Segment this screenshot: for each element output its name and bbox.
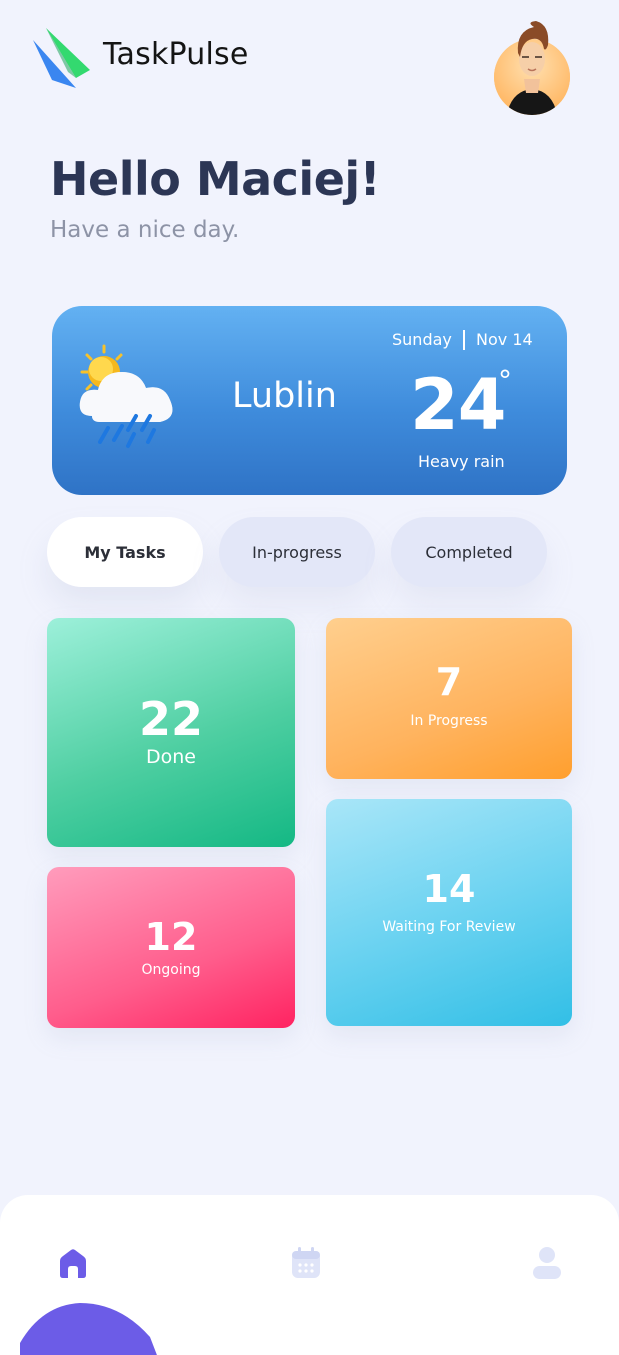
user-icon [532,1246,562,1284]
weather-day: Sunday [392,330,452,349]
weather-temperature: 24 [410,364,506,446]
user-avatar[interactable] [492,19,572,119]
greeting-title: Hello Maciej! [50,152,381,206]
stat-card-done[interactable]: 22 Done [47,618,295,847]
tab-my-tasks[interactable]: My Tasks [47,517,203,587]
weather-condition: Heavy rain [418,452,505,471]
app-title: TaskPulse [103,37,249,72]
ongoing-count: 12 [144,915,198,959]
weather-date: Nov 14 [476,330,533,349]
in-progress-count: 7 [435,660,463,704]
done-count: 22 [138,692,203,746]
waiting-review-label: Waiting For Review [382,919,516,935]
in-progress-label: In Progress [410,713,488,729]
greeting-subtitle: Have a nice day. [50,217,240,243]
active-nav-indicator [20,1303,160,1355]
taskpulse-logo-icon [30,28,92,90]
nav-profile[interactable] [527,1245,567,1285]
home-icon [56,1246,90,1284]
stat-card-waiting-review[interactable]: 14 Waiting For Review [326,799,572,1026]
tab-in-progress[interactable]: In-progress [219,517,375,587]
bottom-navigation [0,1195,619,1355]
tab-completed[interactable]: Completed [391,517,547,587]
calendar-icon [290,1246,322,1284]
weather-city: Lublin [232,376,337,416]
waiting-review-count: 14 [422,867,476,911]
weather-card[interactable]: Lublin Sunday Nov 14 24 ° Heavy rain [52,306,567,495]
weather-date-divider [463,330,465,350]
nav-home[interactable] [53,1245,93,1285]
nav-calendar[interactable] [286,1245,326,1285]
done-label: Done [146,746,196,768]
ongoing-label: Ongoing [141,962,201,978]
stat-card-ongoing[interactable]: 12 Ongoing [47,867,295,1028]
weather-degree-symbol: ° [498,364,512,397]
sun-cloud-rain-icon [74,342,194,452]
stat-card-in-progress[interactable]: 7 In Progress [326,618,572,779]
